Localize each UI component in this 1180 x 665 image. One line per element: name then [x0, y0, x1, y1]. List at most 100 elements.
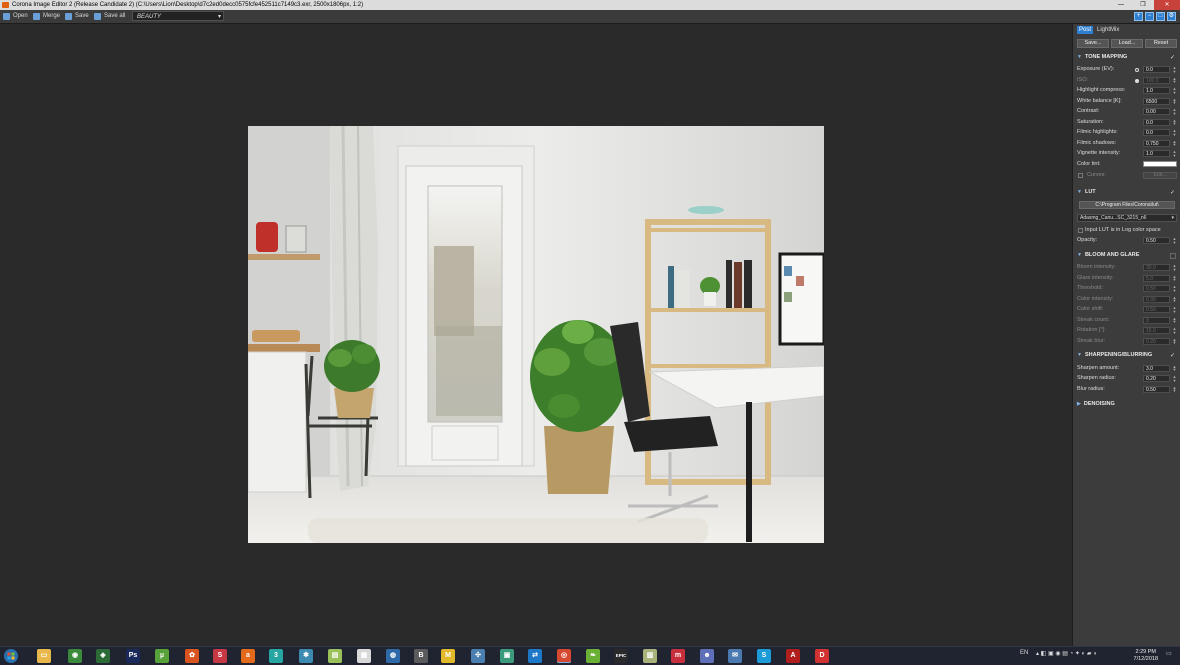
app-icon-net[interactable]: ✣: [471, 649, 485, 663]
app-icon-m2[interactable]: m: [671, 649, 685, 663]
spinner-icon[interactable]: ▲ ▼: [1172, 97, 1177, 105]
substance-icon[interactable]: S: [213, 649, 227, 663]
spinner-icon[interactable]: ▲ ▼: [1172, 264, 1177, 272]
spinner-icon[interactable]: ▲ ▼: [1172, 337, 1177, 345]
spinner-icon[interactable]: ▲ ▼: [1172, 385, 1177, 393]
rendered-image[interactable]: [248, 126, 824, 543]
teamviewer-icon[interactable]: ⇄: [528, 649, 542, 663]
section-lut[interactable]: ▼ LUT: [1077, 188, 1096, 197]
filmic-highlights-field[interactable]: 0.0: [1143, 129, 1170, 136]
color-tint-swatch[interactable]: [1143, 160, 1177, 167]
section-sharpening[interactable]: ▼ SHARPENING/BLURRING: [1077, 351, 1152, 360]
sharpen-radius-field[interactable]: 0.20: [1143, 375, 1170, 382]
filmic-shadows-field[interactable]: 0.750: [1143, 139, 1170, 147]
merge-button[interactable]: Merge: [32, 11, 60, 22]
lut-log-checkbox[interactable]: [1078, 228, 1083, 233]
windows-start-icon[interactable]: [3, 648, 19, 664]
spinner-icon[interactable]: ▲ ▼: [1172, 295, 1177, 303]
zoom-out-icon[interactable]: −: [1145, 12, 1154, 21]
spinner-icon[interactable]: ▲ ▼: [1172, 129, 1177, 137]
spinner-icon[interactable]: ▲ ▼: [1172, 285, 1177, 293]
tab-lightmix[interactable]: LightMix: [1095, 26, 1121, 34]
blur-radius-field[interactable]: 0.50: [1143, 385, 1170, 393]
tab-post[interactable]: Post: [1077, 26, 1094, 34]
rotation-field[interactable]: 15.0: [1143, 327, 1170, 334]
app-icon-orange[interactable]: ✿: [185, 649, 199, 663]
load-preset-button[interactable]: Load...: [1111, 39, 1143, 48]
app-icon-leaf[interactable]: ❧: [586, 649, 600, 663]
acrobat-icon[interactable]: A: [786, 649, 800, 663]
notification-icon[interactable]: ▭: [1166, 650, 1172, 657]
close-button[interactable]: ✕: [1154, 0, 1180, 10]
app-icon-blue[interactable]: ◍: [386, 649, 400, 663]
contrast-field[interactable]: 0.00: [1143, 108, 1170, 115]
spinner-icon[interactable]: ▲ ▼: [1172, 108, 1177, 116]
color-intensity-field[interactable]: 0.30: [1143, 295, 1170, 303]
curves-edit-button[interactable]: Edit...: [1143, 172, 1177, 179]
minimize-button[interactable]: —: [1110, 0, 1132, 10]
spinner-icon[interactable]: ▲ ▼: [1172, 76, 1177, 84]
zoom-in-icon[interactable]: +: [1134, 12, 1143, 21]
lut-path-button[interactable]: C:\Program Files\Corona\lut\: [1079, 201, 1175, 209]
lut-select[interactable]: Adasmg_Canu...SC_3215_n6 ▾: [1077, 214, 1177, 222]
bloom-enable-check[interactable]: [1170, 253, 1176, 259]
tone-mapping-enable-check[interactable]: ✓: [1170, 55, 1176, 61]
spinner-icon[interactable]: ▲ ▼: [1172, 66, 1177, 74]
app-icon-m[interactable]: M: [441, 649, 455, 663]
spinner-icon[interactable]: ▲ ▼: [1172, 139, 1177, 147]
iso-radio[interactable]: [1135, 78, 1139, 83]
spinner-icon[interactable]: ▲ ▼: [1172, 316, 1177, 324]
save-all-button[interactable]: Save all: [93, 11, 125, 22]
language-indicator[interactable]: EN: [1020, 650, 1028, 656]
zoom-fit-icon[interactable]: □: [1156, 12, 1165, 21]
3dsmax-icon[interactable]: 3: [269, 649, 283, 663]
saturation-field[interactable]: 0.0: [1143, 118, 1170, 126]
app-icon-gear[interactable]: ✱: [299, 649, 313, 663]
spinner-icon[interactable]: ▲ ▼: [1172, 118, 1177, 126]
app-icon-d[interactable]: D: [815, 649, 829, 663]
app-icon-file[interactable]: ▥: [643, 649, 657, 663]
corona-icon[interactable]: ◎: [557, 649, 571, 663]
curves-checkbox[interactable]: [1078, 173, 1083, 178]
skype-icon[interactable]: S: [757, 649, 771, 663]
spinner-icon[interactable]: ▲ ▼: [1172, 306, 1177, 314]
spinner-icon[interactable]: ▲ ▼: [1172, 274, 1177, 282]
save-button[interactable]: Save: [64, 11, 89, 22]
app-icon-b[interactable]: B: [414, 649, 428, 663]
section-bloom-glare[interactable]: ▼ BLOOM AND GLARE: [1077, 251, 1139, 260]
render-pass-select[interactable]: BEAUTY ▾: [132, 11, 224, 21]
spinner-icon[interactable]: ▲ ▼: [1172, 364, 1177, 372]
spinner-icon[interactable]: ▲ ▼: [1172, 375, 1177, 383]
spinner-icon[interactable]: ▲ ▼: [1172, 327, 1177, 335]
lut-enable-check[interactable]: ✓: [1170, 190, 1176, 196]
highlight-compress-field[interactable]: 1.0: [1143, 87, 1170, 94]
exposure-field[interactable]: 0.0: [1143, 66, 1170, 73]
spinner-icon[interactable]: ▲ ▼: [1172, 150, 1177, 158]
app-icon-box[interactable]: ▣: [500, 649, 514, 663]
discord-icon[interactable]: ☻: [700, 649, 714, 663]
app-icon-a[interactable]: a: [241, 649, 255, 663]
streak-count-field[interactable]: 3: [1143, 316, 1170, 324]
spinner-icon[interactable]: ▲ ▼: [1172, 237, 1177, 245]
section-tone-mapping[interactable]: ▼ TONE MAPPING: [1077, 53, 1127, 62]
open-button[interactable]: Open: [2, 11, 28, 22]
app-icon-mail[interactable]: ✉: [728, 649, 742, 663]
save-preset-button[interactable]: Save...: [1077, 39, 1109, 48]
app-icon-green[interactable]: ◈: [96, 649, 110, 663]
glare-intensity-field[interactable]: 5.0: [1143, 274, 1170, 282]
sharpening-enable-check[interactable]: ✓: [1170, 353, 1176, 359]
color-shift-field[interactable]: 0.50: [1143, 306, 1170, 313]
spinner-icon[interactable]: ▲ ▼: [1172, 87, 1177, 95]
vignette-intensity-field[interactable]: 1.0: [1143, 150, 1170, 157]
system-clock[interactable]: 2:29 PM 7/12/2018: [1134, 649, 1158, 663]
utorrent-icon[interactable]: µ: [155, 649, 169, 663]
reset-button[interactable]: Reset: [1145, 39, 1177, 48]
epic-games-icon[interactable]: EPIC: [614, 649, 628, 663]
bloom-intensity-field[interactable]: 30.0: [1143, 264, 1170, 271]
tray-icons[interactable]: ▴ ◧ ▣ ◉ ▤ ◔ ✦ ◐ ▰ ◖: [1036, 650, 1097, 657]
white-balance-field[interactable]: 6500: [1143, 97, 1170, 105]
settings-icon[interactable]: ⚙: [1167, 12, 1176, 21]
section-denoising[interactable]: ▶ DENOISING: [1077, 400, 1115, 409]
threshold-field[interactable]: 0.50: [1143, 285, 1170, 292]
file-explorer-icon[interactable]: ▭: [37, 649, 51, 663]
